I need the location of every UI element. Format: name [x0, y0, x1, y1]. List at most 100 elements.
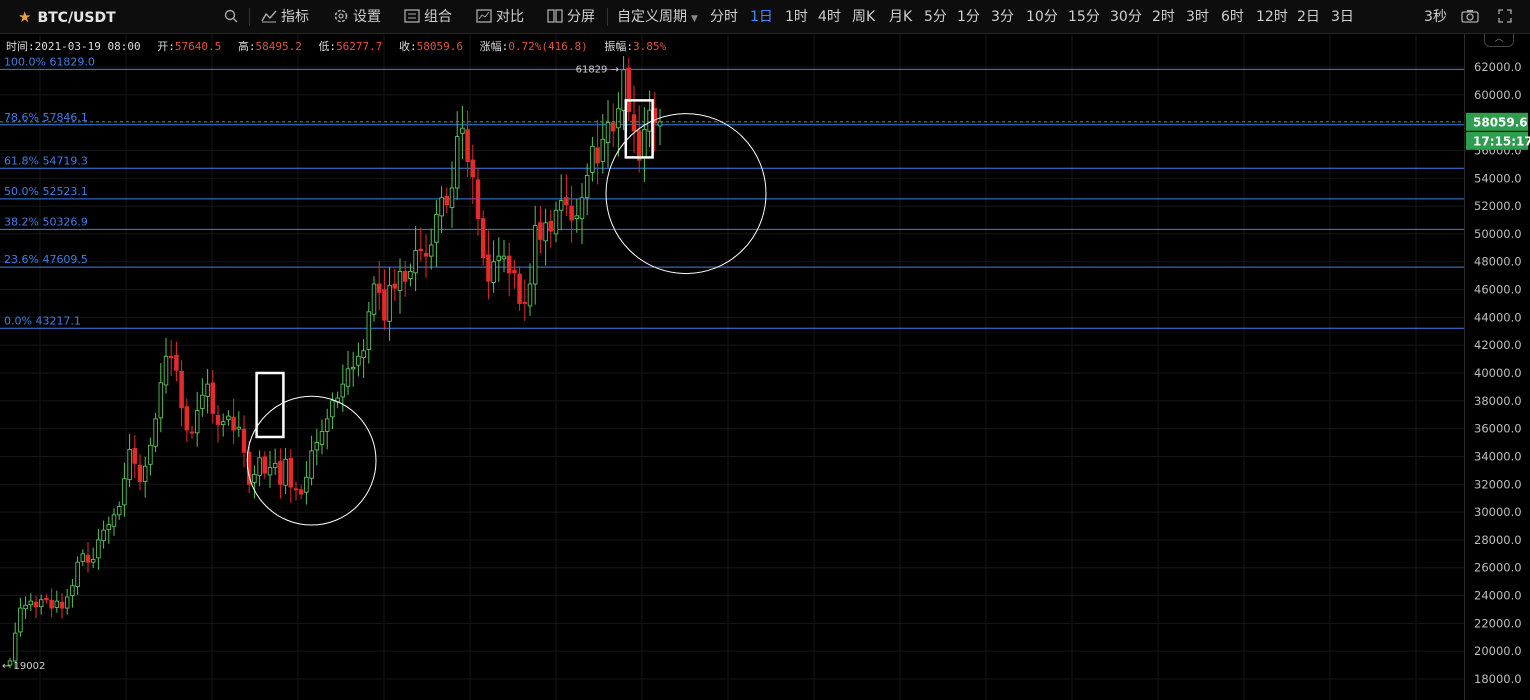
- candle-body: [49, 599, 54, 609]
- period-tab[interactable]: 12时: [1256, 0, 1288, 34]
- candle-body: [132, 448, 138, 464]
- candle-body: [75, 561, 80, 587]
- indicator-icon: [261, 10, 277, 23]
- candle-body: [636, 130, 642, 161]
- candle-body: [96, 539, 101, 559]
- collapse-toggle[interactable]: ︿: [1484, 34, 1514, 47]
- y-tick-label: 28000.0: [1474, 533, 1522, 547]
- candle-body: [465, 129, 470, 163]
- compare-icon: [476, 9, 492, 23]
- camera-icon[interactable]: [1461, 0, 1479, 34]
- chevron-down-icon: ▼: [691, 14, 698, 24]
- period-tab[interactable]: 2日: [1297, 0, 1320, 34]
- y-tick-label: 40000.0: [1474, 366, 1522, 380]
- countdown-tag: 17:15:17: [1473, 134, 1530, 148]
- tool-split-screen[interactable]: 分屏: [547, 0, 595, 34]
- custom-period-label: 自定义周期: [617, 9, 687, 25]
- candle-body: [85, 554, 91, 563]
- fib-level-label: 23.6% 47609.5: [4, 253, 88, 266]
- chevron-up-icon: ︿: [1494, 34, 1504, 44]
- fib-level-label: 78.6% 57846.1: [4, 111, 88, 124]
- candle-body: [304, 476, 309, 493]
- candle-body: [584, 175, 590, 199]
- candle-body: [350, 366, 356, 370]
- candle-body: [38, 599, 44, 608]
- candle-body: [501, 255, 507, 260]
- y-tick-label: 50000.0: [1474, 227, 1522, 241]
- candle-body: [288, 457, 294, 488]
- candle-body: [470, 159, 476, 178]
- tool-settings[interactable]: 设置: [333, 0, 381, 34]
- candle-body: [408, 271, 413, 280]
- candle-body: [382, 289, 387, 321]
- tool-label: 对比: [496, 9, 524, 25]
- candle-body: [44, 597, 49, 601]
- period-tab[interactable]: 周K: [852, 0, 875, 34]
- fullscreen-icon[interactable]: [1498, 0, 1512, 34]
- candle-body: [449, 187, 455, 209]
- candle-body: [205, 383, 210, 397]
- period-tab[interactable]: 分时: [710, 0, 738, 34]
- period-tab[interactable]: 1日: [750, 0, 773, 34]
- candle-body: [340, 383, 346, 398]
- period-tab[interactable]: 3日: [1331, 0, 1354, 34]
- period-tab[interactable]: 4时: [818, 0, 841, 34]
- candle-body: [127, 449, 132, 481]
- candle-body: [18, 607, 23, 633]
- candle-body: [626, 67, 632, 112]
- candle-body: [454, 136, 460, 189]
- symbol-selector[interactable]: ★ BTC/USDT: [18, 0, 116, 34]
- high-price-mark: 61829 →: [576, 64, 619, 75]
- period-tab[interactable]: 月K: [889, 0, 912, 34]
- period-tab[interactable]: 30分: [1110, 0, 1142, 34]
- candle-body: [200, 394, 205, 409]
- candle-body: [215, 414, 221, 425]
- candle-body: [605, 122, 611, 143]
- candle-body: [59, 601, 65, 609]
- candle-body: [220, 421, 226, 425]
- period-tab[interactable]: 6时: [1221, 0, 1244, 34]
- candle-body: [272, 462, 278, 469]
- info-change: 涨幅:0.72%(416.8): [479, 40, 588, 53]
- period-tab[interactable]: 3分: [991, 0, 1014, 34]
- candle-body: [444, 195, 450, 206]
- tool-compare[interactable]: 对比: [476, 0, 524, 34]
- candle-body: [319, 430, 325, 445]
- candle-body: [475, 179, 481, 220]
- period-tab[interactable]: 5分: [924, 0, 947, 34]
- search-icon[interactable]: [224, 0, 238, 34]
- candle-body: [553, 209, 559, 235]
- candle-body: [252, 474, 257, 483]
- candle-body: [543, 222, 548, 242]
- star-icon[interactable]: ★: [18, 8, 31, 26]
- tool-indicator[interactable]: 指标: [261, 0, 309, 34]
- custom-period-dropdown[interactable]: 自定义周期 ▼: [617, 0, 698, 34]
- period-tab[interactable]: 15分: [1068, 0, 1100, 34]
- candlestick-chart[interactable]: 18000.0 20000.0 22000.0 24000.0 26000.0 28000…: [0, 34, 1530, 700]
- candle-body: [194, 410, 200, 434]
- candle-body: [532, 225, 538, 285]
- candle-body: [402, 271, 408, 282]
- period-tab[interactable]: 3时: [1186, 0, 1209, 34]
- period-tab[interactable]: 2时: [1152, 0, 1175, 34]
- candle-body: [392, 283, 398, 289]
- refresh-interval[interactable]: 3秒: [1424, 0, 1447, 34]
- candle-body: [434, 213, 439, 243]
- info-high: 高:58495.2: [237, 40, 302, 53]
- candle-body: [480, 218, 486, 259]
- period-tab[interactable]: 1时: [785, 0, 808, 34]
- candle-body: [23, 604, 28, 610]
- layout-icon: [404, 9, 420, 23]
- candle-body: [387, 284, 392, 322]
- candle-body: [236, 426, 242, 430]
- y-tick-label: 60000.0: [1474, 88, 1522, 102]
- period-tab[interactable]: 10分: [1026, 0, 1058, 34]
- info-amplitude: 振幅:3.85%: [604, 40, 667, 53]
- tool-layout[interactable]: 组合: [404, 0, 452, 34]
- candle-body: [397, 271, 403, 292]
- y-tick-label: 22000.0: [1474, 616, 1522, 630]
- candle-body: [486, 254, 491, 282]
- candle-body: [278, 461, 283, 485]
- candle-body: [522, 301, 528, 304]
- period-tab[interactable]: 1分: [957, 0, 980, 34]
